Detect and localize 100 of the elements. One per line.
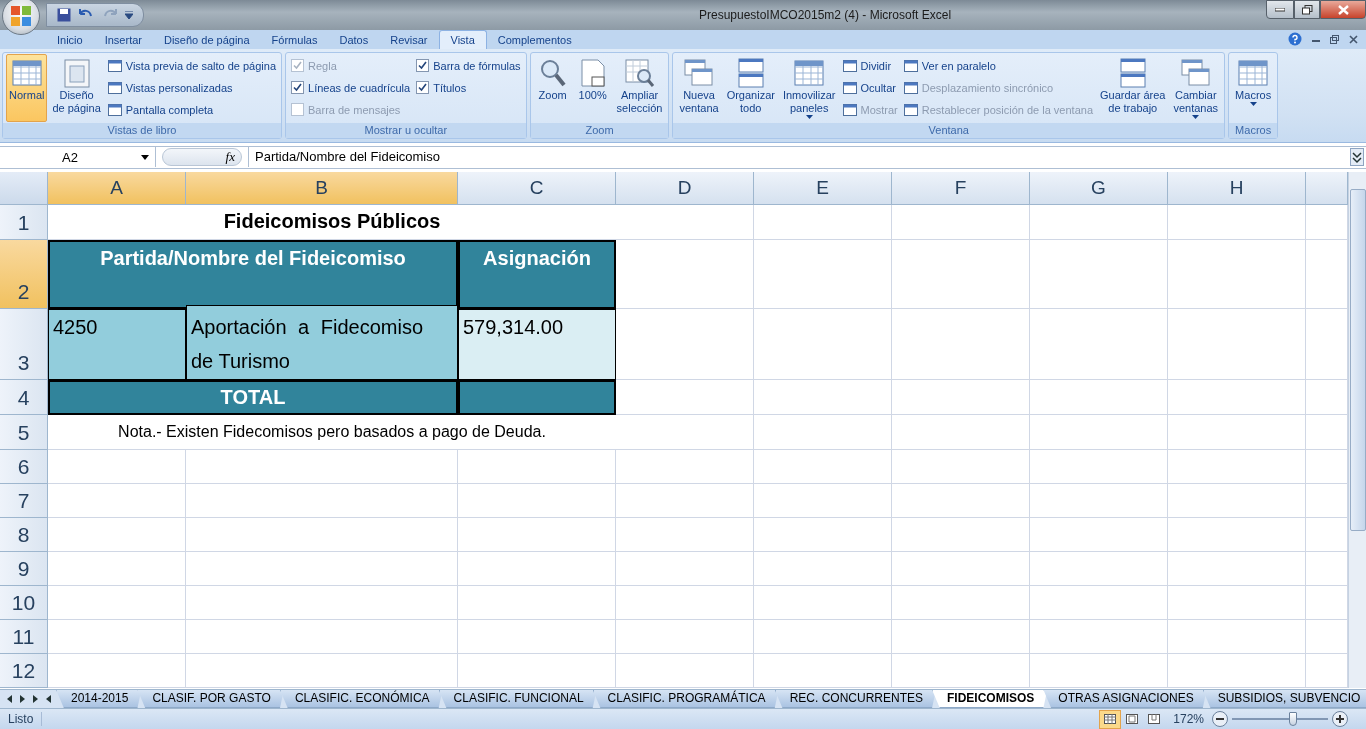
- table-cell: Asignación: [458, 239, 616, 309]
- sheet-tab[interactable]: OTRAS ASIGNACIONES: [1043, 689, 1207, 709]
- column-header[interactable]: C: [458, 171, 616, 205]
- sheet-tab[interactable]: SUBSIDIOS, SUBVENCIO: [1202, 689, 1366, 709]
- row-header[interactable]: 7: [0, 483, 48, 518]
- ribbon-tab[interactable]: Complementos: [486, 31, 583, 49]
- plus-icon: [1336, 715, 1344, 724]
- column-header[interactable]: B: [186, 171, 458, 205]
- slider-thumb[interactable]: [1289, 712, 1298, 727]
- check-icon: [418, 61, 428, 70]
- view-icon: [1148, 714, 1161, 725]
- row-header[interactable]: 5: [0, 414, 48, 450]
- ribbon-button[interactable]: Zoom: [533, 54, 572, 122]
- minimize-icon: [1275, 7, 1285, 12]
- help-icon[interactable]: [1288, 32, 1302, 46]
- caret-icon[interactable]: [125, 11, 133, 19]
- ribbon-button[interactable]: Diseño de página: [49, 54, 104, 122]
- sheet-tab[interactable]: FIDEICOMISOS: [931, 689, 1048, 709]
- table-cell: Fideicomisos Públicos: [48, 204, 616, 240]
- expand-icon[interactable]: [1350, 148, 1364, 167]
- office-button[interactable]: [2, 0, 40, 35]
- ribbon-tab[interactable]: Datos: [328, 31, 380, 49]
- ribbon-button[interactable]: Ocultar: [840, 78, 900, 97]
- row-header[interactable]: 12: [0, 653, 48, 688]
- checkbox[interactable]: Líneas de cuadrícula: [289, 78, 413, 97]
- column-header[interactable]: G: [1030, 171, 1168, 205]
- group-label: Ventana: [673, 123, 1225, 138]
- caret-icon: [1249, 102, 1257, 106]
- sheet-tab[interactable]: 2014-2015: [56, 689, 142, 709]
- ribbon-button[interactable]: Ver en paralelo: [901, 56, 1095, 75]
- row-header[interactable]: 10: [0, 585, 48, 620]
- restore-button[interactable]: [1294, 0, 1320, 19]
- ribbon-tab[interactable]: Insertar: [93, 31, 153, 49]
- table-cell: 579,314.00: [458, 308, 616, 380]
- column-header[interactable]: D: [616, 171, 754, 205]
- ribbon-button[interactable]: Guardar área de trabajo: [1097, 54, 1169, 122]
- row-header[interactable]: 6: [0, 449, 48, 484]
- ribbon-tab[interactable]: Diseño de página: [153, 31, 261, 49]
- ribbon-tab[interactable]: Inicio: [46, 31, 94, 49]
- table-cell: Aportación a Fidecomiso de Turismo: [186, 304, 458, 380]
- magnifier-icon: [623, 57, 656, 89]
- column-header[interactable]: E: [754, 171, 892, 205]
- window-title: PresupuestoIMCO2015m2 (4) - Microsoft Excel: [697, 8, 953, 22]
- status-text: Listo: [0, 712, 43, 727]
- row-header[interactable]: 3: [0, 308, 48, 380]
- window-icon: [107, 59, 122, 72]
- window-icon: [903, 103, 918, 116]
- table-cell: TOTAL: [48, 379, 458, 415]
- sheet-tab[interactable]: REC. CONCURRENTES: [774, 689, 936, 709]
- restore-icon[interactable]: [1330, 34, 1339, 44]
- ribbon-button[interactable]: 100%: [573, 54, 612, 122]
- row-header[interactable]: 9: [0, 551, 48, 586]
- ribbon-tab[interactable]: Revisar: [379, 31, 439, 49]
- ribbon-button[interactable]: Normal: [6, 54, 48, 122]
- ribbon-button[interactable]: Nueva ventana: [676, 54, 722, 122]
- column-header[interactable]: H: [1168, 171, 1306, 205]
- ribbon-tab[interactable]: Vista: [438, 30, 487, 49]
- ribbon-button[interactable]: Macros: [1232, 54, 1275, 122]
- group-label: Zoom: [530, 123, 669, 138]
- row-header[interactable]: 4: [0, 379, 48, 415]
- save-icon[interactable]: [57, 8, 71, 22]
- name-box[interactable]: A2: [0, 147, 156, 168]
- close-button[interactable]: [1320, 0, 1366, 19]
- checkbox[interactable]: Barra de fórmulas: [414, 56, 523, 75]
- ribbon-button[interactable]: Ampliar selección: [613, 54, 666, 122]
- row-header[interactable]: 11: [0, 619, 48, 654]
- checkbox[interactable]: Títulos: [414, 78, 523, 97]
- close-icon[interactable]: [1349, 34, 1358, 44]
- ribbon-button[interactable]: Cambiar ventanas: [1170, 54, 1222, 122]
- caret-icon: [1192, 115, 1200, 119]
- row-header[interactable]: 2: [0, 239, 48, 309]
- ribbon-button[interactable]: Vista previa de salto de página: [105, 56, 279, 75]
- column-header[interactable]: F: [892, 171, 1030, 205]
- sheet-tab[interactable]: CLASIFIC. PROGRAMÁTICA: [592, 689, 779, 709]
- ribbon-button[interactable]: Pantalla completa: [105, 100, 279, 119]
- ribbon-button[interactable]: Organizar todo: [723, 54, 778, 122]
- zoom-level[interactable]: 172%: [1165, 712, 1212, 727]
- ribbon-tab[interactable]: Fórmulas: [260, 31, 329, 49]
- table-cell: Partida/Nombre del Fideicomiso: [48, 239, 458, 309]
- check-icon: [418, 83, 428, 92]
- sheet-tab[interactable]: CLASIF. POR GASTO: [137, 689, 284, 709]
- group-label: Mostrar u ocultar: [286, 123, 526, 138]
- zoom-in-button[interactable]: [1332, 711, 1348, 728]
- ribbon-button[interactable]: Dividir: [840, 56, 900, 75]
- table-cell: 4250: [48, 308, 186, 380]
- logo-icon: [10, 5, 32, 27]
- minimize-button[interactable]: [1266, 0, 1294, 19]
- sheet-tab[interactable]: CLASIFIC. FUNCIONAL: [438, 689, 597, 709]
- ribbon-button[interactable]: Vistas personalizadas: [105, 78, 279, 97]
- grid-icon: [10, 57, 43, 89]
- sheet-tab[interactable]: CLASIFIC. ECONÓMICA: [279, 689, 443, 709]
- group-label: Macros: [1229, 123, 1278, 138]
- scrollbar[interactable]: [1348, 171, 1366, 688]
- column-header[interactable]: A: [48, 171, 186, 205]
- view-button[interactable]: [1099, 709, 1122, 729]
- row-header[interactable]: 1: [0, 204, 48, 240]
- insert-function-button[interactable]: fx: [162, 148, 242, 167]
- zoom-out-button[interactable]: [1212, 711, 1228, 728]
- row-header[interactable]: 8: [0, 517, 48, 552]
- ribbon-button[interactable]: Inmovilizar paneles: [779, 54, 839, 122]
